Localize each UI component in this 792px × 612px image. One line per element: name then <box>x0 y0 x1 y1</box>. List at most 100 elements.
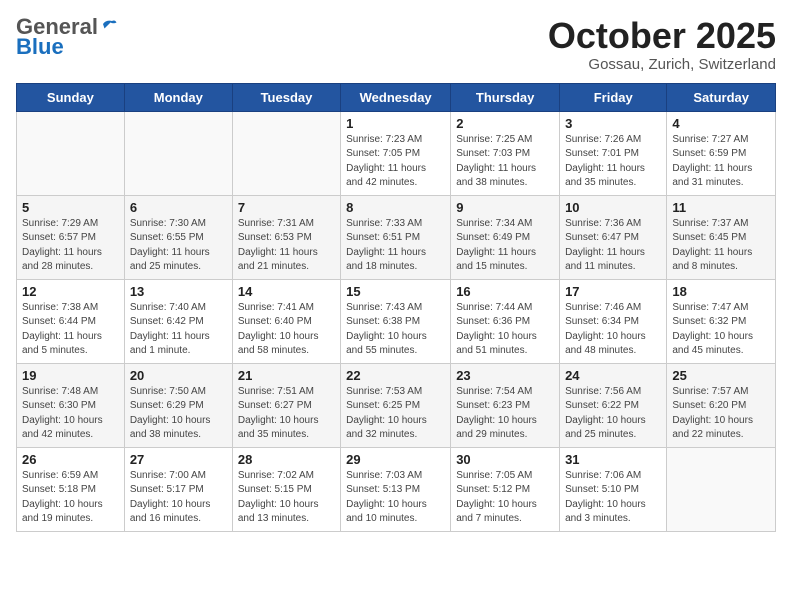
calendar-cell: 29 Sunrise: 7:03 AMSunset: 5:13 PMDayligh… <box>341 447 451 531</box>
day-number: 4 <box>672 116 770 131</box>
month-title: October 2025 <box>548 16 776 56</box>
calendar-cell <box>232 111 340 195</box>
day-info: Sunrise: 7:02 AMSunset: 5:15 PMDaylight:… <box>238 469 335 527</box>
calendar-table: SundayMondayTuesdayWednesdayThursdayFrid… <box>16 83 776 532</box>
day-info: Sunrise: 7:38 AMSunset: 6:44 PMDaylight:… <box>22 301 119 359</box>
calendar-cell: 1 Sunrise: 7:23 AMSunset: 7:05 PMDaylight… <box>341 111 451 195</box>
day-number: 10 <box>565 200 661 215</box>
day-number: 30 <box>456 452 554 467</box>
day-info: Sunrise: 7:48 AMSunset: 6:30 PMDaylight:… <box>22 385 119 443</box>
day-number: 26 <box>22 452 119 467</box>
calendar-cell: 5 Sunrise: 7:29 AMSunset: 6:57 PMDaylight… <box>17 195 125 279</box>
day-number: 27 <box>130 452 227 467</box>
day-info: Sunrise: 7:34 AMSunset: 6:49 PMDaylight:… <box>456 217 554 275</box>
day-info: Sunrise: 7:36 AMSunset: 6:47 PMDaylight:… <box>565 217 661 275</box>
day-info: Sunrise: 7:31 AMSunset: 6:53 PMDaylight:… <box>238 217 335 275</box>
calendar-cell: 30 Sunrise: 7:05 AMSunset: 5:12 PMDayligh… <box>451 447 560 531</box>
calendar-cell: 16 Sunrise: 7:44 AMSunset: 6:36 PMDayligh… <box>451 279 560 363</box>
week-row-5: 26 Sunrise: 6:59 AMSunset: 5:18 PMDayligh… <box>17 447 776 531</box>
day-number: 1 <box>346 116 445 131</box>
day-number: 31 <box>565 452 661 467</box>
calendar-cell: 3Sunrise: 7:26 AMSunset: 7:01 PMDaylight… <box>560 111 667 195</box>
day-number: 17 <box>565 284 661 299</box>
calendar-cell: 6Sunrise: 7:30 AMSunset: 6:55 PMDaylight… <box>124 195 232 279</box>
day-info: Sunrise: 7:47 AMSunset: 6:32 PMDaylight:… <box>672 301 770 359</box>
calendar-cell <box>667 447 776 531</box>
day-number: 14 <box>238 284 335 299</box>
day-info: Sunrise: 7:57 AMSunset: 6:20 PMDaylight:… <box>672 385 770 443</box>
calendar-cell <box>124 111 232 195</box>
day-number: 12 <box>22 284 119 299</box>
day-info: Sunrise: 7:41 AMSunset: 6:40 PMDaylight:… <box>238 301 335 359</box>
day-number: 29 <box>346 452 445 467</box>
day-info: Sunrise: 7:46 AMSunset: 6:34 PMDaylight:… <box>565 301 661 359</box>
day-info: Sunrise: 7:23 AMSunset: 7:05 PMDaylight:… <box>346 133 445 191</box>
day-info: Sunrise: 7:33 AMSunset: 6:51 PMDaylight:… <box>346 217 445 275</box>
calendar-cell: 12 Sunrise: 7:38 AMSunset: 6:44 PMDayligh… <box>17 279 125 363</box>
calendar-cell: 21Sunrise: 7:51 AMSunset: 6:27 PMDayligh… <box>232 363 340 447</box>
calendar-cell: 4 Sunrise: 7:27 AMSunset: 6:59 PMDaylight… <box>667 111 776 195</box>
week-row-1: 1 Sunrise: 7:23 AMSunset: 7:05 PMDaylight… <box>17 111 776 195</box>
calendar-cell: 25 Sunrise: 7:57 AMSunset: 6:20 PMDayligh… <box>667 363 776 447</box>
week-row-3: 12 Sunrise: 7:38 AMSunset: 6:44 PMDayligh… <box>17 279 776 363</box>
calendar-cell: 13 Sunrise: 7:40 AMSunset: 6:42 PMDayligh… <box>124 279 232 363</box>
day-info: Sunrise: 6:59 AMSunset: 5:18 PMDaylight:… <box>22 469 119 527</box>
calendar-cell: 7Sunrise: 7:31 AMSunset: 6:53 PMDaylight… <box>232 195 340 279</box>
day-number: 16 <box>456 284 554 299</box>
day-number: 20 <box>130 368 227 383</box>
calendar-cell: 20Sunrise: 7:50 AMSunset: 6:29 PMDayligh… <box>124 363 232 447</box>
week-row-2: 5 Sunrise: 7:29 AMSunset: 6:57 PMDaylight… <box>17 195 776 279</box>
weekday-header-friday: Friday <box>560 83 667 111</box>
day-number: 18 <box>672 284 770 299</box>
day-number: 2 <box>456 116 554 131</box>
day-info: Sunrise: 7:40 AMSunset: 6:42 PMDaylight:… <box>130 301 227 359</box>
day-info: Sunrise: 7:53 AMSunset: 6:25 PMDaylight:… <box>346 385 445 443</box>
calendar-cell: 10 Sunrise: 7:36 AMSunset: 6:47 PMDayligh… <box>560 195 667 279</box>
week-row-4: 19Sunrise: 7:48 AMSunset: 6:30 PMDayligh… <box>17 363 776 447</box>
day-info: Sunrise: 7:06 AMSunset: 5:10 PMDaylight:… <box>565 469 661 527</box>
day-number: 21 <box>238 368 335 383</box>
calendar-cell: 17 Sunrise: 7:46 AMSunset: 6:34 PMDayligh… <box>560 279 667 363</box>
calendar-cell: 11 Sunrise: 7:37 AMSunset: 6:45 PMDayligh… <box>667 195 776 279</box>
day-number: 8 <box>346 200 445 215</box>
calendar-cell: 8 Sunrise: 7:33 AMSunset: 6:51 PMDaylight… <box>341 195 451 279</box>
calendar-cell <box>17 111 125 195</box>
weekday-header-tuesday: Tuesday <box>232 83 340 111</box>
day-info: Sunrise: 7:56 AMSunset: 6:22 PMDaylight:… <box>565 385 661 443</box>
calendar-cell: 15Sunrise: 7:43 AMSunset: 6:38 PMDayligh… <box>341 279 451 363</box>
day-number: 24 <box>565 368 661 383</box>
day-info: Sunrise: 7:26 AMSunset: 7:01 PMDaylight:… <box>565 133 661 191</box>
day-info: Sunrise: 7:03 AMSunset: 5:13 PMDaylight:… <box>346 469 445 527</box>
day-info: Sunrise: 7:44 AMSunset: 6:36 PMDaylight:… <box>456 301 554 359</box>
day-info: Sunrise: 7:27 AMSunset: 6:59 PMDaylight:… <box>672 133 770 191</box>
day-number: 11 <box>672 200 770 215</box>
weekday-header-monday: Monday <box>124 83 232 111</box>
calendar-cell: 2 Sunrise: 7:25 AMSunset: 7:03 PMDaylight… <box>451 111 560 195</box>
day-number: 5 <box>22 200 119 215</box>
calendar-cell: 23 Sunrise: 7:54 AMSunset: 6:23 PMDayligh… <box>451 363 560 447</box>
day-info: Sunrise: 7:00 AMSunset: 5:17 PMDaylight:… <box>130 469 227 527</box>
calendar-cell: 27 Sunrise: 7:00 AMSunset: 5:17 PMDayligh… <box>124 447 232 531</box>
weekday-header-sunday: Sunday <box>17 83 125 111</box>
day-info: Sunrise: 7:37 AMSunset: 6:45 PMDaylight:… <box>672 217 770 275</box>
day-number: 28 <box>238 452 335 467</box>
calendar-cell: 28 Sunrise: 7:02 AMSunset: 5:15 PMDayligh… <box>232 447 340 531</box>
weekday-header-row: SundayMondayTuesdayWednesdayThursdayFrid… <box>17 83 776 111</box>
day-number: 13 <box>130 284 227 299</box>
calendar-cell: 9 Sunrise: 7:34 AMSunset: 6:49 PMDaylight… <box>451 195 560 279</box>
calendar-cell: 14 Sunrise: 7:41 AMSunset: 6:40 PMDayligh… <box>232 279 340 363</box>
day-number: 9 <box>456 200 554 215</box>
day-info: Sunrise: 7:54 AMSunset: 6:23 PMDaylight:… <box>456 385 554 443</box>
day-number: 25 <box>672 368 770 383</box>
logo-blue-text: Blue <box>16 34 64 59</box>
day-info: Sunrise: 7:29 AMSunset: 6:57 PMDaylight:… <box>22 217 119 275</box>
day-info: Sunrise: 7:05 AMSunset: 5:12 PMDaylight:… <box>456 469 554 527</box>
day-info: Sunrise: 7:25 AMSunset: 7:03 PMDaylight:… <box>456 133 554 191</box>
day-number: 15 <box>346 284 445 299</box>
day-number: 23 <box>456 368 554 383</box>
weekday-header-thursday: Thursday <box>451 83 560 111</box>
calendar-cell: 31 Sunrise: 7:06 AMSunset: 5:10 PMDayligh… <box>560 447 667 531</box>
calendar-cell: 18 Sunrise: 7:47 AMSunset: 6:32 PMDayligh… <box>667 279 776 363</box>
logo-bird-icon <box>100 18 118 36</box>
day-number: 22 <box>346 368 445 383</box>
